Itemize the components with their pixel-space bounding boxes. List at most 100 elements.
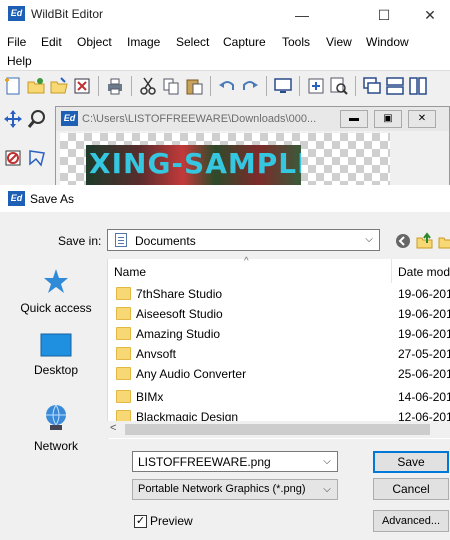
scrollbar-thumb[interactable] bbox=[125, 424, 430, 435]
menu-file[interactable]: File bbox=[7, 35, 26, 49]
cut-icon[interactable] bbox=[138, 76, 158, 96]
file-date: 14-06-201 bbox=[398, 390, 450, 404]
file-row[interactable]: Blackmagic Design 12-06-201 bbox=[108, 407, 450, 421]
file-row[interactable]: Aiseesoft Studio 19-06-201 bbox=[108, 304, 450, 324]
menu-image[interactable]: Image bbox=[127, 35, 160, 49]
eraser-tool-icon[interactable] bbox=[3, 148, 23, 168]
toolbar-separator bbox=[210, 76, 211, 96]
sample-image: XING-SAMPLE bbox=[86, 145, 301, 187]
file-row[interactable]: Any Audio Converter 25-06-201 bbox=[108, 364, 450, 384]
column-date-header[interactable]: Date mod bbox=[398, 265, 450, 279]
file-row[interactable]: Amazing Studio 19-06-201 bbox=[108, 324, 450, 344]
file-list[interactable]: ^ Name Date mod 7thShare Studio 19-06-20… bbox=[107, 256, 450, 439]
app-titlebar: Ed WildBit Editor — ☐ ✕ bbox=[0, 0, 450, 30]
dialog-title: Save As bbox=[30, 192, 75, 206]
toolbar-separator bbox=[98, 76, 99, 96]
up-folder-icon[interactable] bbox=[416, 232, 434, 250]
save-as-dialog: Ed Save As Save in: Documents ⌵ Quick ac… bbox=[0, 185, 450, 540]
document-path: C:\Users\LISTOFFREEWARE\Downloads\000... bbox=[82, 113, 317, 125]
properties-icon[interactable] bbox=[306, 76, 326, 96]
move-tool-icon[interactable] bbox=[3, 109, 23, 129]
file-name-value: LISTOFFREEWARE.png bbox=[138, 455, 271, 469]
menu-view[interactable]: View bbox=[326, 35, 352, 49]
toolbar-separator bbox=[131, 76, 132, 96]
menu-tools[interactable]: Tools bbox=[282, 35, 310, 49]
column-divider[interactable] bbox=[391, 259, 392, 283]
place-network[interactable]: Network bbox=[10, 401, 102, 459]
file-date: 19-06-201 bbox=[398, 287, 450, 301]
tile-horizontal-icon[interactable] bbox=[385, 76, 405, 96]
folder-icon bbox=[116, 410, 131, 421]
star-icon bbox=[44, 269, 68, 293]
file-name: Amazing Studio bbox=[136, 327, 221, 341]
file-date: 12-06-201 bbox=[398, 410, 450, 421]
lasso-tool-icon[interactable] bbox=[27, 148, 47, 168]
cascade-windows-icon[interactable] bbox=[362, 76, 382, 96]
paste-icon[interactable] bbox=[184, 76, 204, 96]
menu-object[interactable]: Object bbox=[77, 35, 112, 49]
document-minimize-button[interactable]: ▬ bbox=[340, 110, 368, 128]
back-icon[interactable] bbox=[394, 232, 412, 250]
menu-edit[interactable]: Edit bbox=[41, 35, 62, 49]
menu-help[interactable]: Help bbox=[7, 54, 32, 68]
folder-icon bbox=[116, 287, 131, 300]
preview-label: Preview bbox=[150, 514, 193, 528]
new-file-icon[interactable] bbox=[3, 76, 23, 96]
menu-select[interactable]: Select bbox=[176, 35, 209, 49]
file-row[interactable]: Anvsoft 27-05-201 bbox=[108, 344, 450, 364]
preview-checkbox[interactable]: ✓ bbox=[134, 515, 147, 528]
chevron-down-icon: ⌵ bbox=[323, 484, 331, 495]
image-canvas[interactable]: XING-SAMPLE bbox=[60, 133, 390, 187]
save-button[interactable]: Save bbox=[373, 451, 449, 473]
zoom-tool-icon[interactable] bbox=[27, 109, 47, 129]
zoom-window-icon[interactable] bbox=[329, 76, 349, 96]
file-row[interactable]: BIMx 14-06-201 bbox=[108, 387, 450, 407]
tile-vertical-icon[interactable] bbox=[408, 76, 428, 96]
app-logo-icon: Ed bbox=[8, 6, 25, 21]
save-in-dropdown[interactable]: Documents ⌵ bbox=[107, 229, 380, 251]
document-close-button[interactable]: ✕ bbox=[408, 110, 436, 128]
tool-palette bbox=[0, 100, 52, 185]
place-quick-access[interactable]: Quick access bbox=[10, 263, 102, 325]
sort-ascending-icon: ^ bbox=[244, 256, 249, 267]
print-icon[interactable] bbox=[105, 76, 125, 96]
places-bar: Quick access Desktop Network bbox=[10, 259, 102, 459]
new-folder-icon[interactable] bbox=[438, 232, 450, 250]
document-restore-button[interactable]: ▣ bbox=[374, 110, 402, 128]
close-file-icon[interactable] bbox=[72, 76, 92, 96]
main-toolbar bbox=[0, 70, 450, 100]
file-name: Any Audio Converter bbox=[136, 367, 247, 381]
folder-icon bbox=[116, 347, 131, 360]
file-name: Aiseesoft Studio bbox=[136, 307, 223, 321]
scroll-left-icon[interactable]: < bbox=[110, 422, 116, 434]
redo-icon[interactable] bbox=[240, 76, 260, 96]
cancel-button[interactable]: Cancel bbox=[373, 478, 449, 500]
undo-icon[interactable] bbox=[217, 76, 237, 96]
file-type-dropdown[interactable]: Portable Network Graphics (*.png) ⌵ bbox=[132, 479, 338, 500]
menu-capture[interactable]: Capture bbox=[223, 35, 266, 49]
file-type-value: Portable Network Graphics (*.png) bbox=[138, 483, 306, 495]
column-name-header[interactable]: Name bbox=[114, 265, 146, 279]
folder-icon bbox=[116, 327, 131, 340]
save-in-value: Documents bbox=[135, 234, 196, 248]
advanced-button[interactable]: Advanced... bbox=[373, 510, 449, 532]
document-window: Ed C:\Users\LISTOFFREEWARE\Downloads\000… bbox=[55, 106, 450, 187]
place-desktop[interactable]: Desktop bbox=[10, 331, 102, 383]
menu-bar: File Edit Object Image Select Capture To… bbox=[0, 30, 450, 70]
chevron-down-icon[interactable]: ⌵ bbox=[320, 454, 334, 470]
horizontal-scrollbar[interactable]: < bbox=[107, 421, 450, 438]
file-date: 19-06-201 bbox=[398, 307, 450, 321]
maximize-button[interactable]: ☐ bbox=[364, 4, 404, 26]
menu-window[interactable]: Window bbox=[366, 35, 409, 49]
close-button[interactable]: ✕ bbox=[410, 4, 450, 26]
file-name-input[interactable]: LISTOFFREEWARE.png ⌵ bbox=[132, 451, 338, 472]
screen-capture-icon[interactable] bbox=[273, 76, 293, 96]
open-folder-icon[interactable] bbox=[49, 76, 69, 96]
folder-icon bbox=[116, 390, 131, 403]
open-file-icon[interactable] bbox=[26, 76, 46, 96]
save-in-label: Save in: bbox=[58, 234, 102, 248]
minimize-button[interactable]: — bbox=[282, 4, 322, 26]
file-row[interactable]: 7thShare Studio 19-06-201 bbox=[108, 284, 450, 304]
copy-icon[interactable] bbox=[161, 76, 181, 96]
chevron-down-icon: ⌵ bbox=[365, 234, 373, 245]
